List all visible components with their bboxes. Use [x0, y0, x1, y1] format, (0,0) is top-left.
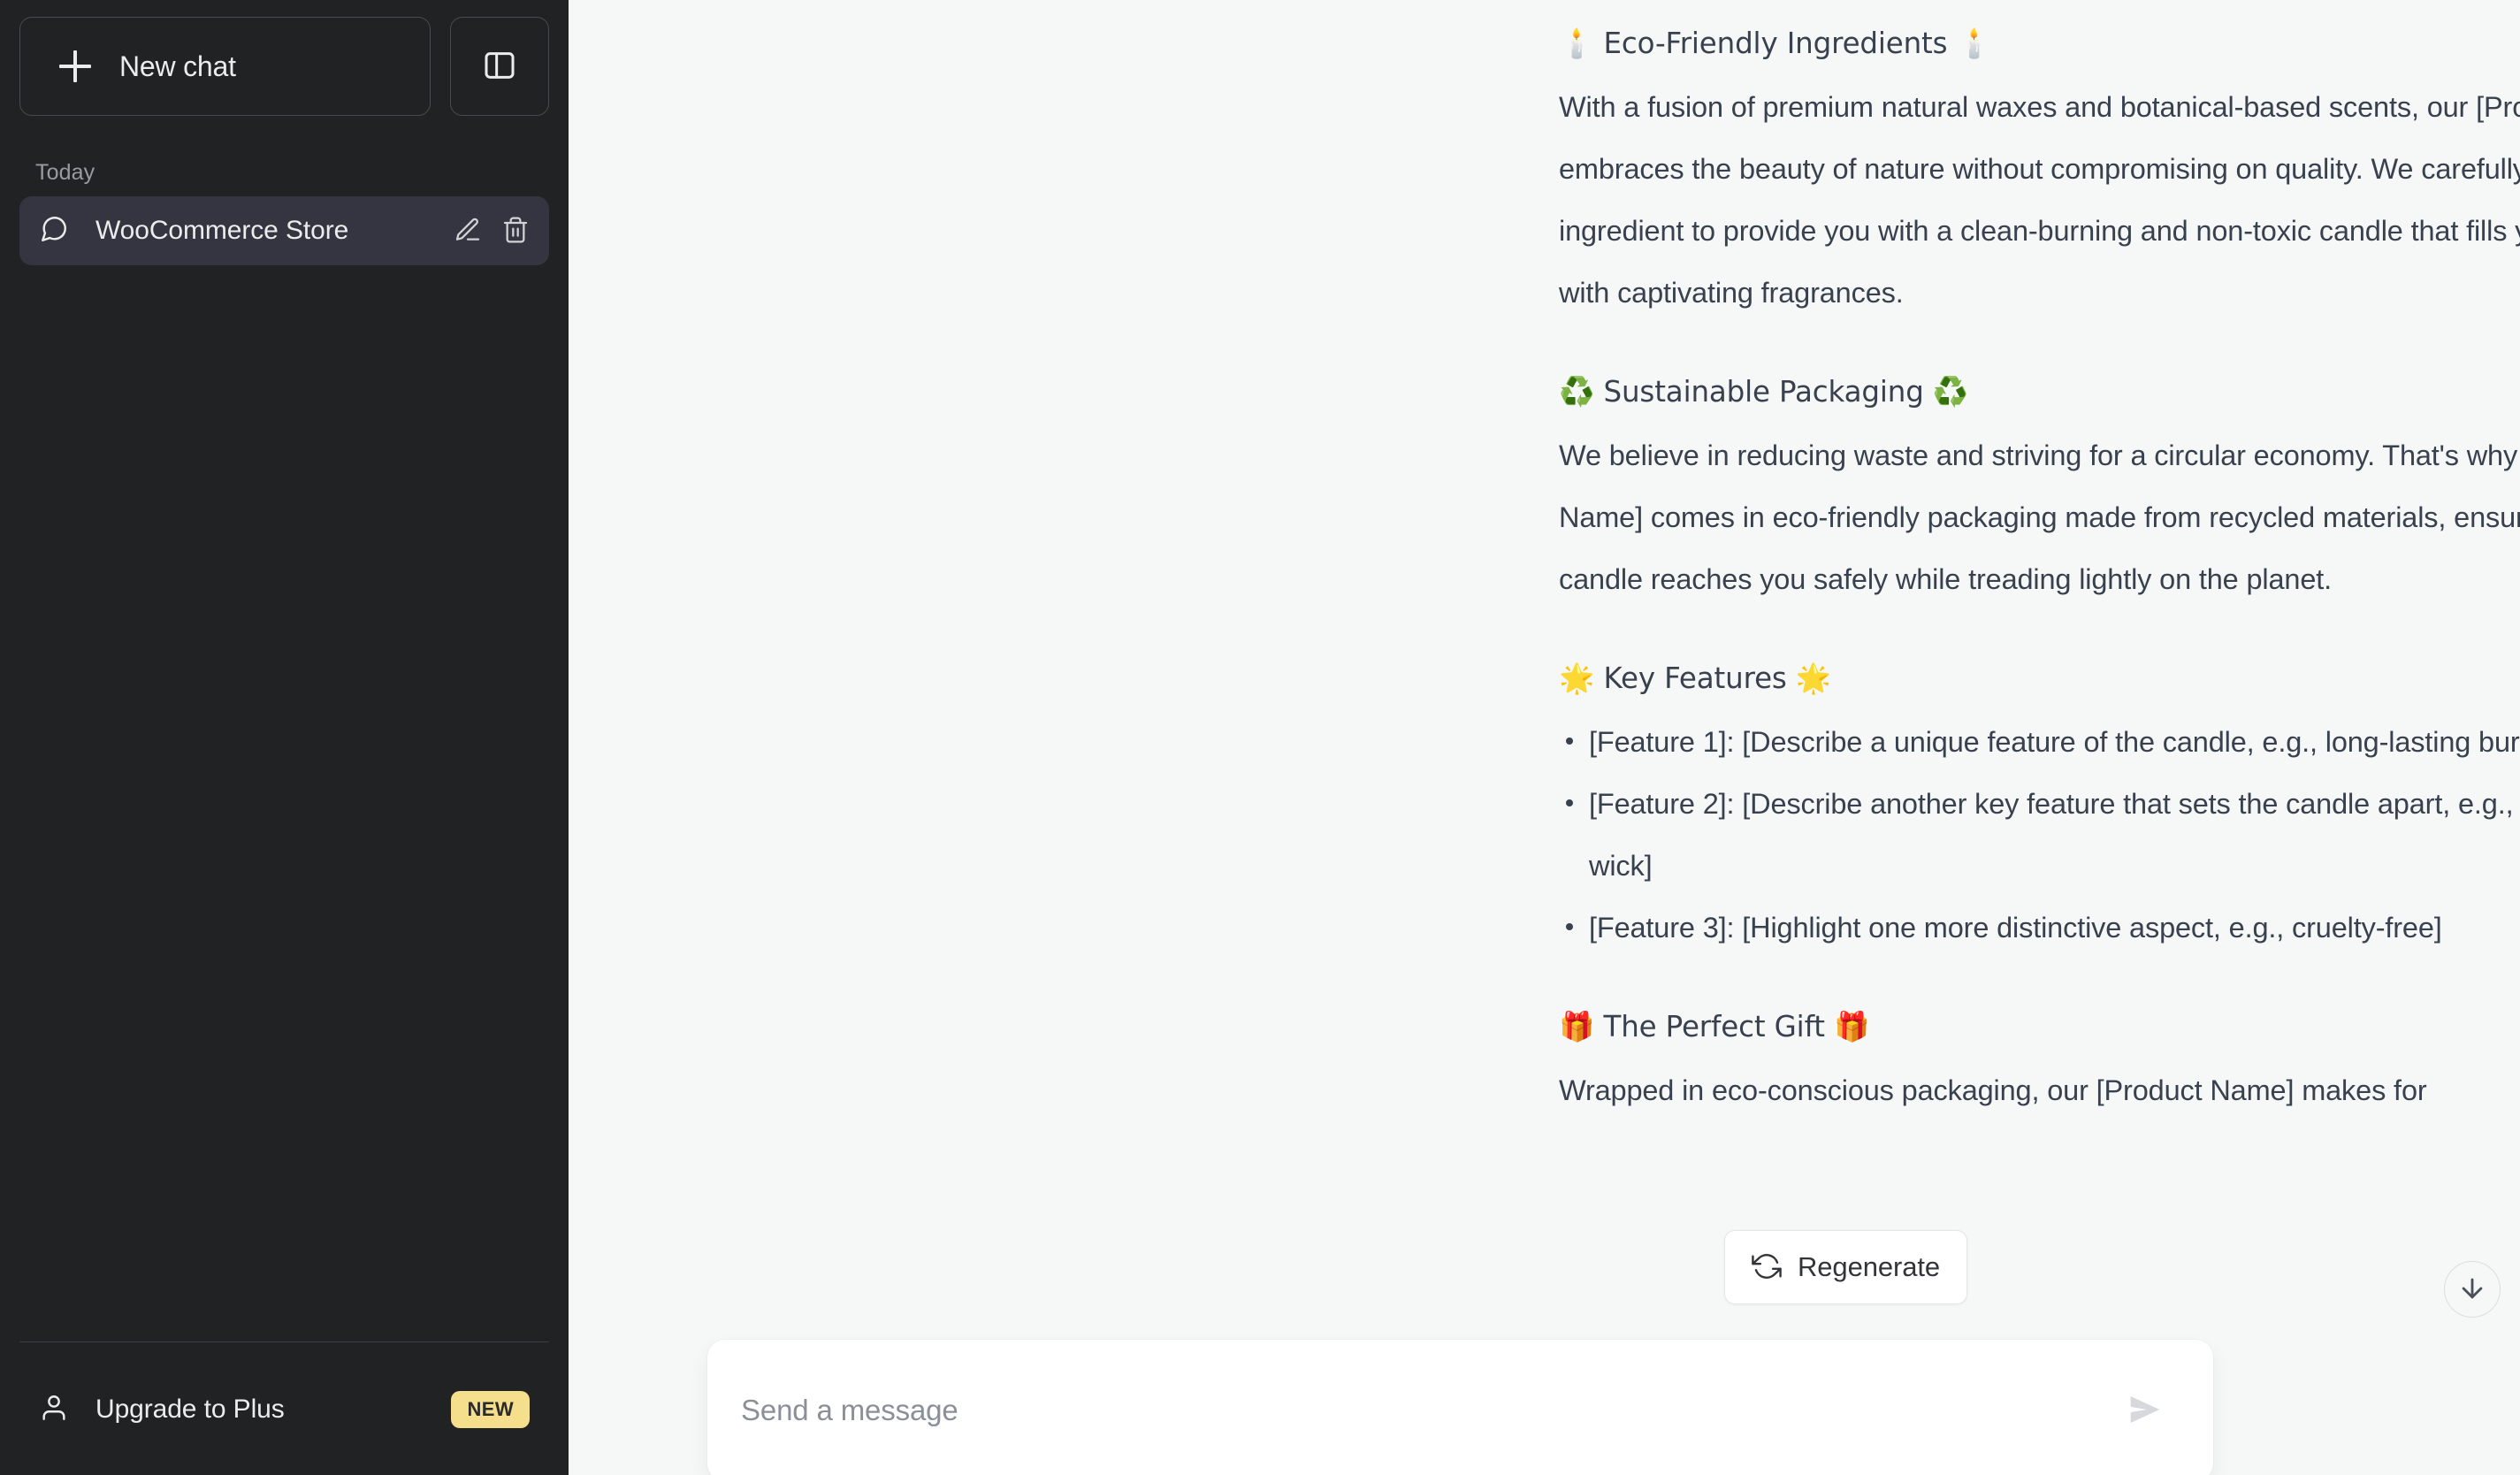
sidebar: New chat Today WooCommerce Store Upgrade… — [0, 0, 569, 1475]
chat-list-item-active[interactable]: WooCommerce Store — [19, 196, 549, 265]
sidebar-toggle-button[interactable] — [450, 17, 549, 116]
list-item: [Feature 2]: [Describe another key featu… — [1559, 773, 2520, 897]
assistant-message: 🕯️ Eco-Friendly Ingredients 🕯️ With a fu… — [1559, 12, 2520, 1121]
message-composer — [707, 1340, 2213, 1475]
regenerate-label: Regenerate — [1798, 1251, 1941, 1282]
section-body-eco-friendly: With a fusion of premium natural waxes a… — [1559, 91, 2520, 309]
send-arrow-icon — [2125, 1389, 2165, 1433]
user-icon — [39, 1393, 69, 1427]
panel-toggle-icon — [482, 48, 517, 86]
sidebar-header: New chat — [19, 0, 549, 116]
section-heading-eco-friendly: 🕯️ Eco-Friendly Ingredients 🕯️ — [1559, 27, 1992, 60]
chat-list-item-title: WooCommerce Store — [95, 216, 349, 245]
arrow-down-icon — [2457, 1273, 2487, 1306]
section-heading-sustainable-packaging: ♻️ Sustainable Packaging ♻️ — [1559, 375, 1969, 409]
upgrade-label: Upgrade to Plus — [95, 1395, 285, 1424]
refresh-icon — [1752, 1251, 1782, 1284]
new-chat-button[interactable]: New chat — [19, 17, 431, 116]
rename-chat-button[interactable] — [454, 216, 482, 247]
plus-icon — [59, 50, 91, 82]
upgrade-to-plus-button[interactable]: Upgrade to Plus NEW — [19, 1362, 549, 1457]
new-chat-label: New chat — [119, 50, 236, 82]
section-body-perfect-gift: Wrapped in eco-conscious packaging, our … — [1559, 1074, 2427, 1106]
app-root: New chat Today WooCommerce Store Upgrade… — [0, 0, 2520, 1475]
list-item: [Feature 1]: [Describe a unique feature … — [1559, 711, 2520, 773]
message-thread: 🕯️ Eco-Friendly Ingredients 🕯️ With a fu… — [569, 0, 2520, 1121]
sidebar-section-label: Today — [35, 160, 95, 185]
pencil-icon — [454, 216, 482, 247]
key-features-list: [Feature 1]: [Describe a unique feature … — [1559, 711, 2520, 959]
scroll-to-bottom-button[interactable] — [2444, 1261, 2501, 1318]
trash-icon — [501, 216, 530, 247]
main-content: 🕯️ Eco-Friendly Ingredients 🕯️ With a fu… — [569, 0, 2520, 1475]
chat-item-actions — [454, 216, 530, 247]
list-item: [Feature 3]: [Highlight one more distinc… — [1559, 897, 2520, 959]
section-heading-key-features: 🌟 Key Features 🌟 — [1559, 661, 1832, 695]
chat-bubble-icon — [39, 214, 69, 248]
new-badge: NEW — [451, 1391, 530, 1428]
regenerate-button[interactable]: Regenerate — [1724, 1230, 1968, 1304]
sidebar-divider — [19, 1341, 549, 1342]
send-message-button[interactable] — [2125, 1389, 2165, 1433]
section-body-sustainable-packaging: We believe in reducing waste and strivin… — [1559, 439, 2520, 595]
delete-chat-button[interactable] — [501, 216, 530, 247]
message-input[interactable] — [741, 1394, 2125, 1427]
section-heading-perfect-gift: 🎁 The Perfect Gift 🎁 — [1559, 1010, 1870, 1043]
chat-history-list: WooCommerce Store — [19, 196, 549, 265]
